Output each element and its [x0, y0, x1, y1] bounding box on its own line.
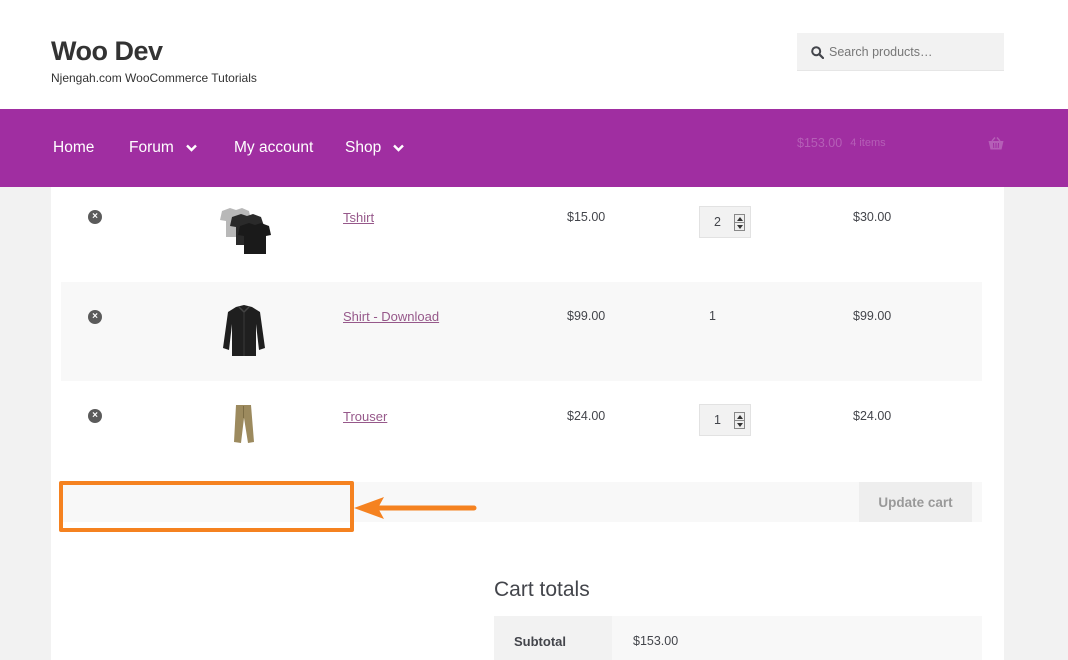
tshirt-thumbnail[interactable]: [216, 207, 272, 262]
nav-item-my-account[interactable]: My account: [234, 139, 313, 157]
cart-item-row: × Tshirt $15.00 2 $30.00: [61, 187, 982, 282]
search-input[interactable]: [829, 33, 999, 71]
product-subtotal: $30.00: [853, 210, 892, 224]
subtotal-row: Subtotal $153.00: [494, 616, 982, 660]
nav-item-label: My account: [234, 139, 314, 156]
product-price: $99.00: [567, 309, 606, 323]
product-name-link[interactable]: Trouser: [343, 409, 387, 424]
product-subtotal: $99.00: [853, 309, 892, 323]
nav-item-home[interactable]: Home: [53, 139, 94, 157]
remove-item-icon[interactable]: ×: [88, 310, 102, 324]
product-name-link[interactable]: Shirt - Download: [343, 309, 439, 324]
mini-cart-link[interactable]: $153.00 4 items: [797, 136, 886, 150]
chevron-down-icon: [393, 139, 405, 157]
quantity-value: 1: [709, 309, 716, 323]
cart-totals-heading: Cart totals: [494, 578, 590, 601]
quantity-value: 2: [714, 215, 721, 229]
nav-item-label: Shop: [345, 139, 382, 156]
annotation-arrow-icon: [354, 497, 477, 519]
subtotal-value: $153.00: [612, 616, 982, 660]
product-subtotal: $24.00: [853, 409, 892, 423]
mini-cart-count: 4 items: [850, 137, 886, 149]
primary-navigation: Home Forum My account Shop $153.00 4 ite…: [0, 109, 1068, 187]
remove-item-icon[interactable]: ×: [88, 409, 102, 423]
product-name-link[interactable]: Tshirt: [343, 210, 374, 225]
spin-arrows-icon[interactable]: [734, 214, 745, 231]
quantity-value: 1: [714, 413, 721, 427]
product-price: $15.00: [567, 210, 606, 224]
subtotal-label: Subtotal: [494, 616, 612, 660]
quantity-stepper[interactable]: 2: [699, 206, 751, 238]
mini-cart-amount: $153.00: [797, 136, 843, 150]
product-price: $24.00: [567, 409, 606, 423]
site-header: Woo Dev Njengah.com WooCommerce Tutorial…: [0, 0, 1068, 109]
quantity-stepper[interactable]: 1: [699, 404, 751, 436]
nav-item-label: Forum: [129, 139, 174, 156]
annotation-highlight-box: [59, 481, 354, 532]
chevron-down-icon: [185, 139, 197, 157]
basket-icon[interactable]: [988, 137, 1004, 155]
cart-item-row: × Shirt - Download $99.00 1 $99.00: [61, 282, 982, 381]
site-tagline: Njengah.com WooCommerce Tutorials: [51, 71, 257, 85]
nav-item-shop[interactable]: Shop: [345, 139, 405, 157]
spin-arrows-icon[interactable]: [734, 412, 745, 429]
cart-content: × Tshirt $15.00 2 $30.00 × Shirt - Downl…: [51, 187, 1004, 660]
product-search: [797, 33, 1004, 71]
nav-item-label: Home: [53, 139, 95, 156]
search-icon: [811, 46, 824, 59]
update-cart-button[interactable]: Update cart: [859, 482, 972, 522]
trouser-thumbnail[interactable]: [231, 404, 257, 449]
nav-item-forum[interactable]: Forum: [129, 139, 197, 157]
shirt-thumbnail[interactable]: [221, 304, 267, 363]
site-title[interactable]: Woo Dev: [51, 36, 163, 67]
remove-item-icon[interactable]: ×: [88, 210, 102, 224]
cart-item-row: × Trouser $24.00 1 $24.00: [61, 381, 982, 465]
